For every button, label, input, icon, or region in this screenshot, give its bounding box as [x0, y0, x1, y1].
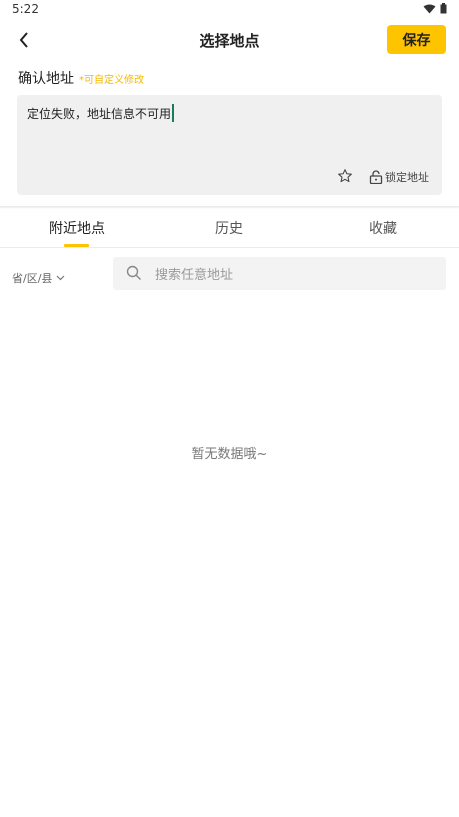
lock-address-label: 锁定地址 — [385, 171, 429, 184]
editable-hint: *可自定义修改 — [79, 75, 144, 86]
region-label: 省/区/县 — [12, 272, 53, 285]
confirm-address-title: 确认地址 — [18, 71, 74, 87]
tab-bar: 附近地点 历史 收藏 — [0, 209, 459, 248]
active-tab-indicator — [64, 244, 89, 247]
tab-favorites[interactable]: 收藏 — [343, 218, 423, 238]
chevron-down-icon — [56, 275, 65, 281]
text-caret — [172, 104, 175, 122]
confirm-address-row: 确认地址 *可自定义修改 — [18, 68, 144, 88]
status-icons — [423, 3, 447, 14]
favorite-button[interactable] — [337, 168, 355, 186]
battery-icon — [440, 3, 447, 14]
search-icon — [126, 265, 141, 280]
search-placeholder: 搜索任意地址 — [155, 268, 234, 283]
status-time: 5:22 — [12, 2, 39, 16]
star-icon — [338, 169, 352, 183]
tab-history[interactable]: 历史 — [189, 218, 269, 238]
address-text-row: 定位失败，地址信息不可用 — [27, 104, 175, 122]
save-button[interactable]: 保存 — [387, 25, 446, 54]
lock-address-button[interactable]: 锁定地址 — [369, 169, 429, 185]
empty-state-message: 暂无数据哦~ — [191, 447, 268, 462]
wifi-icon — [423, 4, 436, 13]
address-value: 定位失败，地址信息不可用 — [27, 106, 172, 121]
address-input[interactable]: 定位失败，地址信息不可用 锁定地址 — [17, 95, 442, 195]
back-arrow-icon — [19, 32, 28, 48]
header: 选择地点 保存 — [0, 22, 459, 58]
search-input[interactable]: 搜索任意地址 — [113, 257, 446, 290]
back-button[interactable] — [12, 26, 36, 54]
tab-nearby[interactable]: 附近地点 — [37, 218, 117, 238]
lock-icon — [369, 170, 383, 184]
status-bar: 5:22 — [0, 0, 459, 20]
region-selector[interactable]: 省/区/县 — [12, 270, 65, 286]
